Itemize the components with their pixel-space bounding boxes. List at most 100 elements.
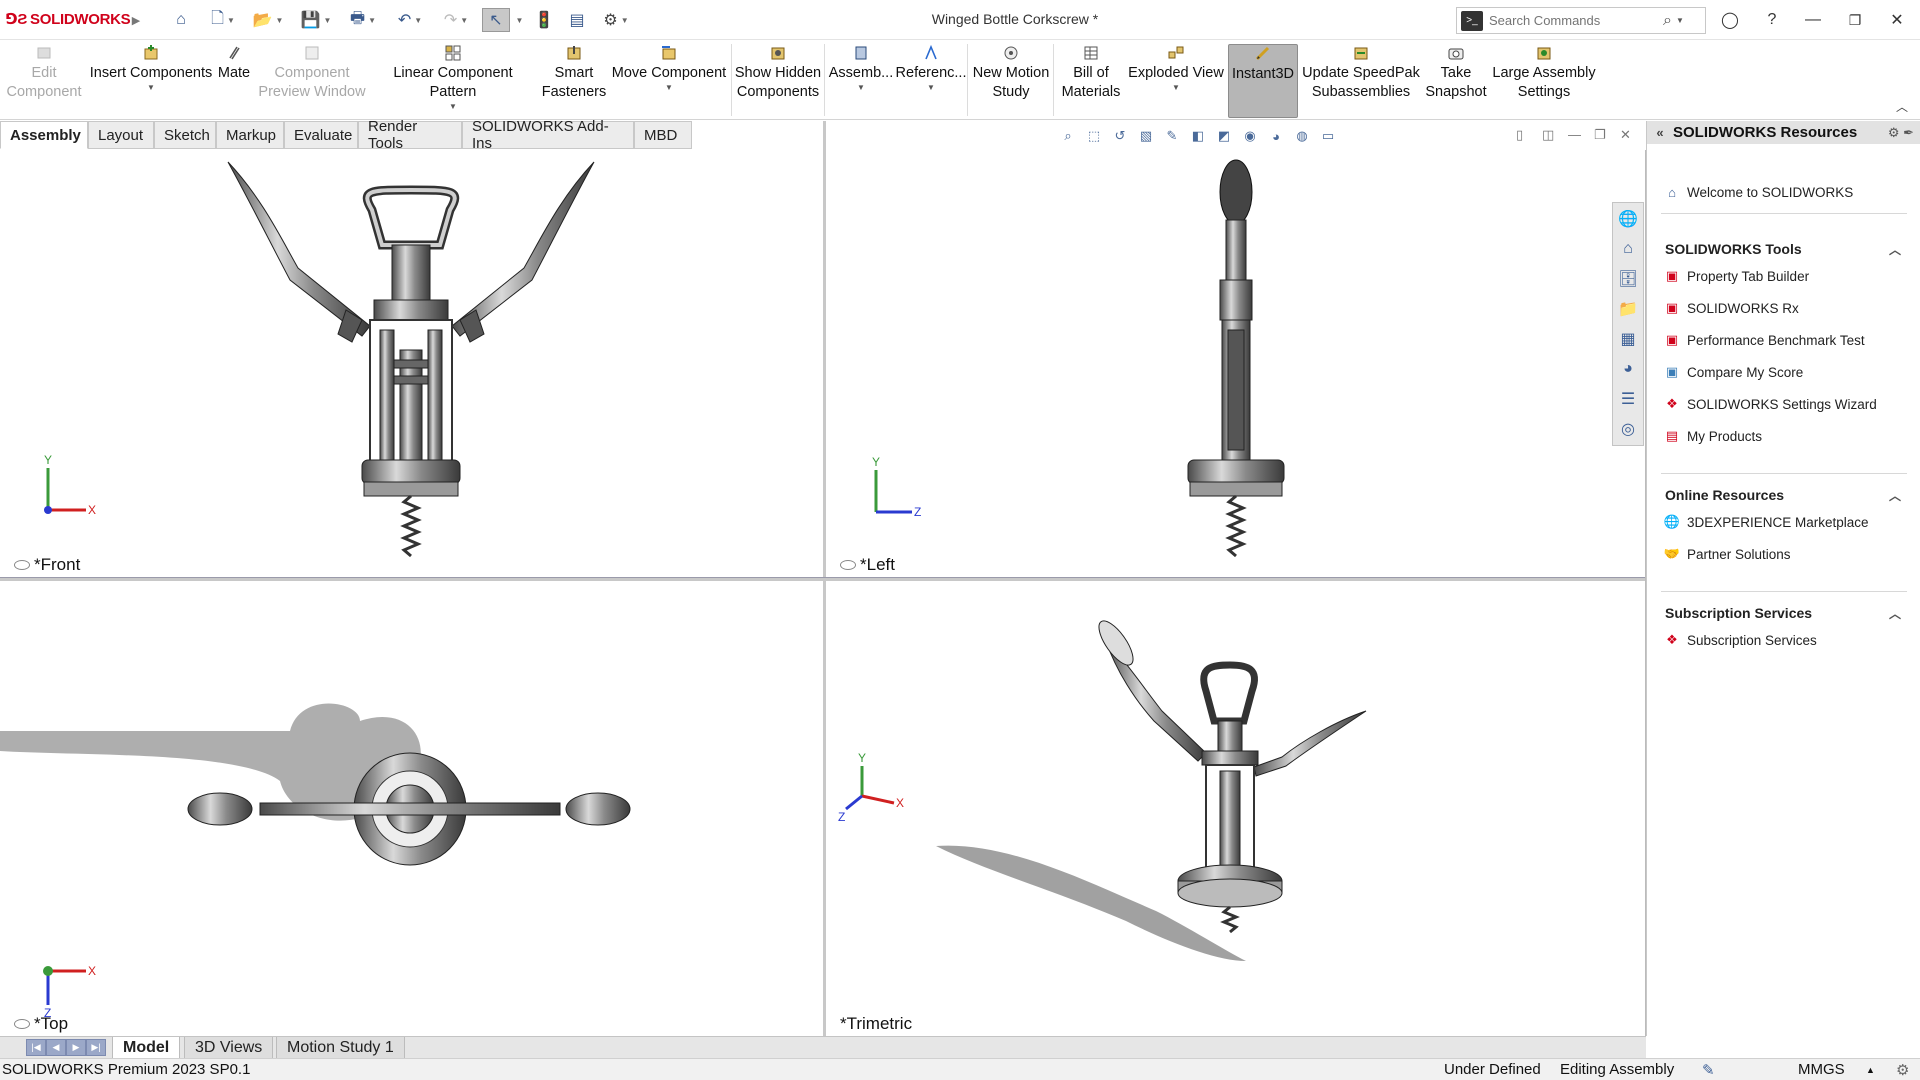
partner-solutions-link[interactable]: 🤝 Partner Solutions (1663, 545, 1791, 563)
tab-render-tools[interactable]: Render Tools (358, 118, 462, 152)
dropdown-arrow-icon[interactable]: ▼ (857, 83, 865, 93)
update-speedpak-button[interactable]: Update SpeedPak Subassemblies (1300, 44, 1422, 118)
insert-components-button[interactable]: Insert Components ▼ (88, 44, 214, 118)
show-hidden-components-button[interactable]: Show Hidden Components (734, 44, 822, 118)
instant3d-button[interactable]: Instant3D (1228, 44, 1298, 118)
unit-system[interactable]: MMGS (1798, 1061, 1845, 1078)
section-subscription-services[interactable]: Subscription Services ︿ (1665, 605, 1901, 621)
viewport-front[interactable]: Y X *Front (0, 150, 823, 577)
mate-button[interactable]: Mate (214, 44, 254, 118)
redo-icon[interactable]: ↷ ▼ (438, 8, 474, 32)
viewport-horizontal-splitter[interactable] (0, 577, 1645, 581)
display-style-icon[interactable]: ◩ (1214, 126, 1234, 146)
linear-component-pattern-button[interactable]: Linear Component Pattern ▼ (368, 44, 538, 118)
my-products-link[interactable]: ▤ My Products (1663, 427, 1762, 445)
pane-settings-icon[interactable]: ⚙ ✒ (1888, 125, 1914, 141)
design-library-icon[interactable]: 🗄 (1615, 266, 1641, 292)
component-preview-window-button[interactable]: Component Preview Window (256, 44, 368, 118)
close-icon[interactable]: ✕ (1880, 8, 1914, 32)
apply-scene-icon[interactable]: ◍ (1292, 126, 1312, 146)
tab-solidworks-add-ins[interactable]: SOLIDWORKS Add-Ins (462, 118, 634, 152)
solidworks-rx-link[interactable]: ▣ SOLIDWORKS Rx (1663, 299, 1799, 317)
large-assembly-settings-button[interactable]: Large Assembly Settings (1490, 44, 1598, 118)
tab-markup[interactable]: Markup (216, 121, 284, 149)
edit-component-button[interactable]: Edit Component (0, 44, 88, 118)
section-online-resources[interactable]: Online Resources ︿ (1665, 487, 1901, 503)
new-document-icon[interactable]: 🗋 ▼ (205, 8, 241, 32)
rebuild-status-icon[interactable]: ✎ (1702, 1061, 1715, 1079)
viewport-left[interactable]: Y Z *Left (826, 150, 1612, 577)
dropdown-arrow-icon[interactable]: ▼ (665, 83, 673, 93)
section-view-icon[interactable]: ▧ (1136, 126, 1156, 146)
search-input[interactable] (1489, 13, 1659, 28)
settings-wizard-link[interactable]: ❖ SOLIDWORKS Settings Wizard (1663, 395, 1877, 413)
compare-my-score-link[interactable]: ▣ Compare My Score (1663, 363, 1803, 381)
dropdown-arrow-icon[interactable]: ▼ (1172, 83, 1180, 93)
user-account-icon[interactable]: ◯ (1713, 8, 1747, 32)
view-eye-icon[interactable] (14, 1019, 30, 1029)
smart-fasteners-button[interactable]: Smart Fasteners (538, 44, 610, 118)
rebuild-icon[interactable]: 🚦 (532, 8, 556, 32)
save-icon[interactable]: 💾 ▼ (298, 8, 334, 32)
solidworks-resources-icon[interactable]: ⌂ (1615, 236, 1641, 262)
home-icon[interactable]: ⌂ (166, 8, 196, 32)
previous-view-icon[interactable]: ↺ (1110, 126, 1130, 146)
tab-model[interactable]: Model (112, 1037, 181, 1059)
take-snapshot-button[interactable]: Take Snapshot (1422, 44, 1490, 118)
undo-icon[interactable]: ↶ ▼ (392, 8, 428, 32)
collapse-ribbon-icon[interactable]: ︿ (1896, 98, 1908, 115)
dropdown-arrow-icon[interactable]: ▼ (449, 102, 457, 112)
move-component-button[interactable]: Move Component ▼ (610, 44, 728, 118)
zoom-to-fit-icon[interactable]: ⌕ (1058, 126, 1078, 146)
menu-expand-icon[interactable]: ▶ (128, 8, 144, 32)
tab-motion-study-1[interactable]: Motion Study 1 (276, 1037, 405, 1059)
section-solidworks-tools[interactable]: SOLIDWORKS Tools ︿ (1665, 241, 1901, 257)
view-orientation-icon[interactable]: ◧ (1188, 126, 1208, 146)
file-properties-icon[interactable]: ▤ (564, 8, 590, 32)
exploded-view-button[interactable]: Exploded View ▼ (1126, 44, 1226, 118)
viewport-top[interactable]: X Z *Top (0, 581, 823, 1036)
viewport-split-icon[interactable]: ◫ (1542, 127, 1554, 143)
tab-sketch[interactable]: Sketch (154, 121, 216, 149)
collapse-pane-icon[interactable]: « (1647, 125, 1673, 140)
search-dropdown-icon[interactable]: ▼ (1676, 16, 1684, 25)
tab-assembly[interactable]: Assembly (0, 121, 88, 149)
app-logo[interactable]: ⅁Ƨ SOLIDWORKS (6, 10, 131, 28)
collapse-chevron-icon[interactable]: ︿ (1889, 487, 1901, 504)
view-eye-icon[interactable] (840, 560, 856, 570)
corkscrew-left-model[interactable]: Y Z (826, 150, 1612, 577)
bill-of-materials-button[interactable]: Bill of Materials (1056, 44, 1126, 118)
viewport-minimize-icon[interactable]: — (1568, 127, 1581, 142)
help-status-icon[interactable]: ⚙ (1896, 1061, 1909, 1079)
new-motion-study-button[interactable]: New Motion Study (970, 44, 1052, 118)
tab-3d-views[interactable]: 3D Views (184, 1037, 274, 1059)
viewport-trimetric[interactable]: Y X Z *Trimetric (826, 581, 1645, 1036)
options-gear-icon[interactable]: ⚙ ▼ (598, 8, 634, 32)
view-settings-icon[interactable]: ▭ (1318, 126, 1338, 146)
reference-geometry-button[interactable]: Referenc... ▼ (896, 44, 966, 118)
first-tab-icon[interactable]: |◀ (26, 1039, 46, 1056)
zoom-to-area-icon[interactable]: ⬚ (1084, 126, 1104, 146)
corkscrew-front-model[interactable]: Y X (0, 150, 823, 577)
search-commands[interactable]: >_ ⌕ ▼ (1456, 7, 1706, 34)
dropdown-arrow-icon[interactable]: ▼ (147, 83, 155, 93)
collapse-chevron-icon[interactable]: ︿ (1889, 605, 1901, 622)
units-dropdown-icon[interactable]: ▲ (1866, 1065, 1875, 1075)
prev-tab-icon[interactable]: ◀ (46, 1039, 66, 1056)
next-tab-icon[interactable]: ▶ (66, 1039, 86, 1056)
edit-appearance-icon[interactable]: ◕ (1266, 126, 1286, 146)
tab-mbd[interactable]: MBD (634, 121, 692, 149)
subscription-services-link[interactable]: ❖ Subscription Services (1663, 631, 1817, 649)
view-palette-icon[interactable]: ▦ (1615, 326, 1641, 352)
performance-benchmark-link[interactable]: ▣ Performance Benchmark Test (1663, 331, 1865, 349)
viewport-single-icon[interactable]: ▯ (1516, 127, 1523, 143)
hide-show-items-icon[interactable]: ◉ (1240, 126, 1260, 146)
dynamic-annotation-icon[interactable]: ✎ (1162, 126, 1182, 146)
file-explorer-icon[interactable]: 📁 (1615, 296, 1641, 322)
select-pointer-icon[interactable]: ↖ (482, 8, 510, 32)
view-eye-icon[interactable] (14, 560, 30, 570)
select-dropdown-icon[interactable]: ▼ (512, 8, 524, 32)
assembly-features-button[interactable]: Assemb... ▼ (826, 44, 896, 118)
dropdown-arrow-icon[interactable]: ▼ (927, 83, 935, 93)
appearances-icon[interactable]: ◕ (1615, 356, 1641, 382)
